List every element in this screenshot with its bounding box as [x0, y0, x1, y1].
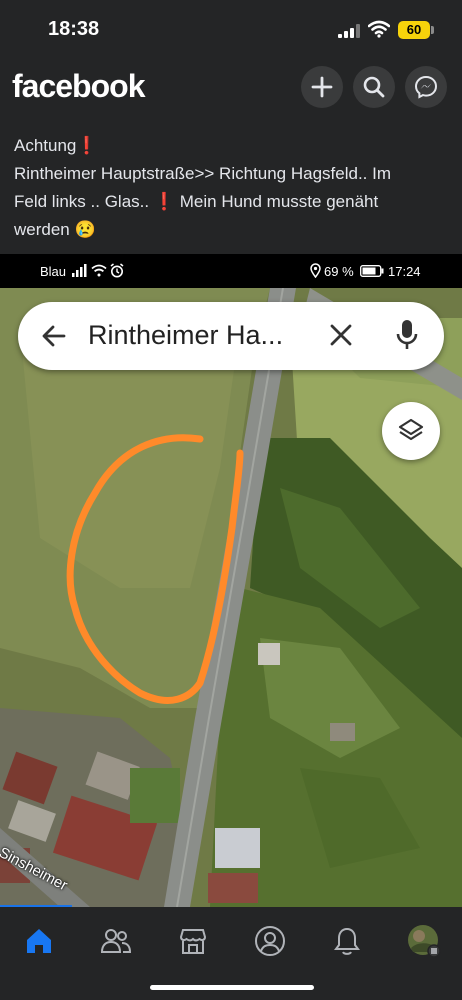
map-layers-button[interactable]	[382, 402, 440, 460]
facebook-logo[interactable]: facebook	[12, 68, 145, 105]
maps-search-bar[interactable]: Rintheimer Ha...	[18, 302, 444, 370]
screenshot-status-bar: Blau 69 % 17:24	[0, 254, 462, 288]
crying-emoji: 😢	[74, 220, 96, 239]
tab-friends[interactable]	[98, 923, 134, 959]
messenger-icon	[414, 75, 438, 99]
location-icon	[310, 263, 321, 278]
post-text: Achtung❗ Rintheimer Hauptstraße>> Richtu…	[14, 132, 444, 244]
friends-icon	[100, 929, 132, 953]
wifi-icon	[91, 264, 107, 277]
tab-home[interactable]	[21, 923, 57, 959]
post-line-3b: Mein Hund musste genäht	[179, 192, 379, 211]
post-line-1: Achtung	[14, 136, 77, 155]
exclamation-emoji: ❗	[153, 192, 176, 211]
satellite-map[interactable]	[0, 288, 462, 907]
exclamation-emoji: ❗	[76, 136, 98, 155]
marketplace-icon	[179, 929, 207, 954]
signal-icon	[72, 264, 87, 277]
create-button[interactable]	[301, 66, 343, 108]
post-line-3a: Feld links .. Glas..	[14, 192, 150, 211]
back-arrow-icon[interactable]	[40, 322, 68, 350]
alarm-icon	[110, 263, 124, 278]
facebook-header: facebook	[0, 64, 462, 114]
post-line-2: Rintheimer Hauptstraße>> Richtung Hagsfe…	[14, 164, 392, 183]
screenshot-time: 17:24	[388, 264, 421, 279]
home-icon	[27, 929, 51, 953]
avatar-menu-icon	[408, 925, 441, 958]
layers-icon	[398, 418, 424, 441]
battery-tip	[431, 26, 434, 34]
messenger-button[interactable]	[405, 66, 447, 108]
status-time: 18:38	[48, 18, 100, 40]
cellular-signal-icon	[338, 24, 360, 38]
tab-marketplace[interactable]	[175, 923, 211, 959]
tab-profile[interactable]	[252, 923, 288, 959]
home-indicator	[150, 985, 314, 990]
wifi-icon	[368, 20, 390, 38]
maps-search-query[interactable]: Rintheimer Ha...	[88, 320, 283, 351]
status-bar: 18:38 60	[0, 0, 462, 60]
tab-menu[interactable]	[406, 923, 442, 959]
search-button[interactable]	[353, 66, 395, 108]
battery-icon	[360, 265, 384, 277]
post-image[interactable]: Blau 69 % 17:24 Rintheimer Ha... Sinshei…	[0, 254, 462, 907]
plus-icon	[311, 76, 333, 98]
search-icon	[363, 76, 385, 98]
tab-notifications[interactable]	[329, 923, 365, 959]
screenshot-battery-percent: 69 %	[324, 264, 354, 279]
bell-icon	[334, 927, 360, 955]
close-icon[interactable]	[328, 322, 354, 348]
profile-icon	[255, 926, 285, 956]
post-line-4: werden	[14, 220, 70, 239]
microphone-icon[interactable]	[396, 318, 418, 352]
battery-indicator: 60	[398, 21, 430, 39]
screenshot-carrier: Blau	[40, 264, 67, 279]
